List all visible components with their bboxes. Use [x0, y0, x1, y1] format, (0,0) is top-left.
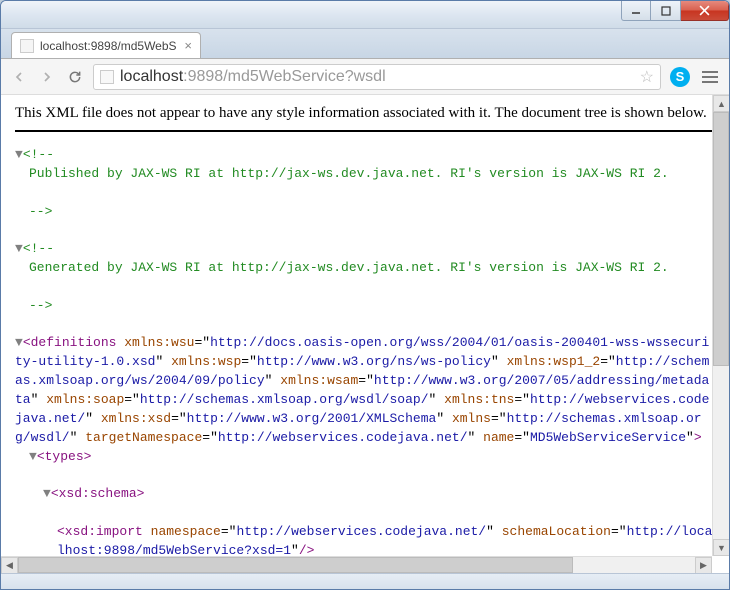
scroll-thumb[interactable]	[713, 112, 729, 366]
scroll-up-icon[interactable]: ▲	[713, 95, 729, 112]
scroll-right-icon[interactable]: ▶	[695, 557, 712, 573]
scroll-down-icon[interactable]: ▼	[713, 539, 729, 556]
scroll-left-icon[interactable]: ◀	[1, 557, 18, 573]
tab-title: localhost:9898/md5WebS	[40, 39, 178, 53]
window-controls	[621, 1, 729, 21]
page-icon	[100, 70, 114, 84]
collapse-triangle-icon[interactable]: ▼	[15, 147, 23, 162]
forward-button[interactable]	[37, 67, 57, 87]
favicon-icon	[20, 39, 34, 53]
minimize-button[interactable]	[621, 1, 651, 21]
url-text: localhost:9898/md5WebService?wsdl	[120, 68, 634, 86]
menu-icon[interactable]	[699, 66, 721, 88]
title-bar	[1, 1, 729, 29]
reload-button[interactable]	[65, 67, 85, 87]
browser-window: localhost:9898/md5WebS × localhost:9898/…	[0, 0, 730, 590]
browser-tab[interactable]: localhost:9898/md5WebS ×	[11, 32, 201, 58]
bookmark-star-icon[interactable]: ☆	[640, 67, 654, 87]
collapse-triangle-icon[interactable]: ▼	[15, 241, 23, 256]
url-bar[interactable]: localhost:9898/md5WebService?wsdl ☆	[93, 64, 661, 90]
content-area: This XML file does not appear to have an…	[1, 95, 729, 573]
tab-strip: localhost:9898/md5WebS ×	[1, 29, 729, 59]
nav-bar: localhost:9898/md5WebService?wsdl ☆ S	[1, 59, 729, 95]
status-bar	[1, 573, 729, 590]
xml-notice: This XML file does not appear to have an…	[15, 105, 715, 132]
xml-tree: ▼<!-- Published by JAX-WS RI at http://j…	[15, 146, 715, 573]
skype-extension-icon[interactable]: S	[669, 66, 691, 88]
collapse-triangle-icon[interactable]: ▼	[29, 449, 37, 464]
close-button[interactable]	[681, 1, 729, 21]
horizontal-scrollbar[interactable]: ◀ ▶	[1, 556, 712, 573]
collapse-triangle-icon[interactable]: ▼	[15, 335, 23, 350]
maximize-button[interactable]	[651, 1, 681, 21]
tab-close-icon[interactable]: ×	[184, 38, 192, 53]
scroll-thumb[interactable]	[18, 557, 573, 573]
vertical-scrollbar[interactable]: ▲ ▼	[712, 95, 729, 556]
back-button[interactable]	[9, 67, 29, 87]
collapse-triangle-icon[interactable]: ▼	[43, 486, 51, 501]
